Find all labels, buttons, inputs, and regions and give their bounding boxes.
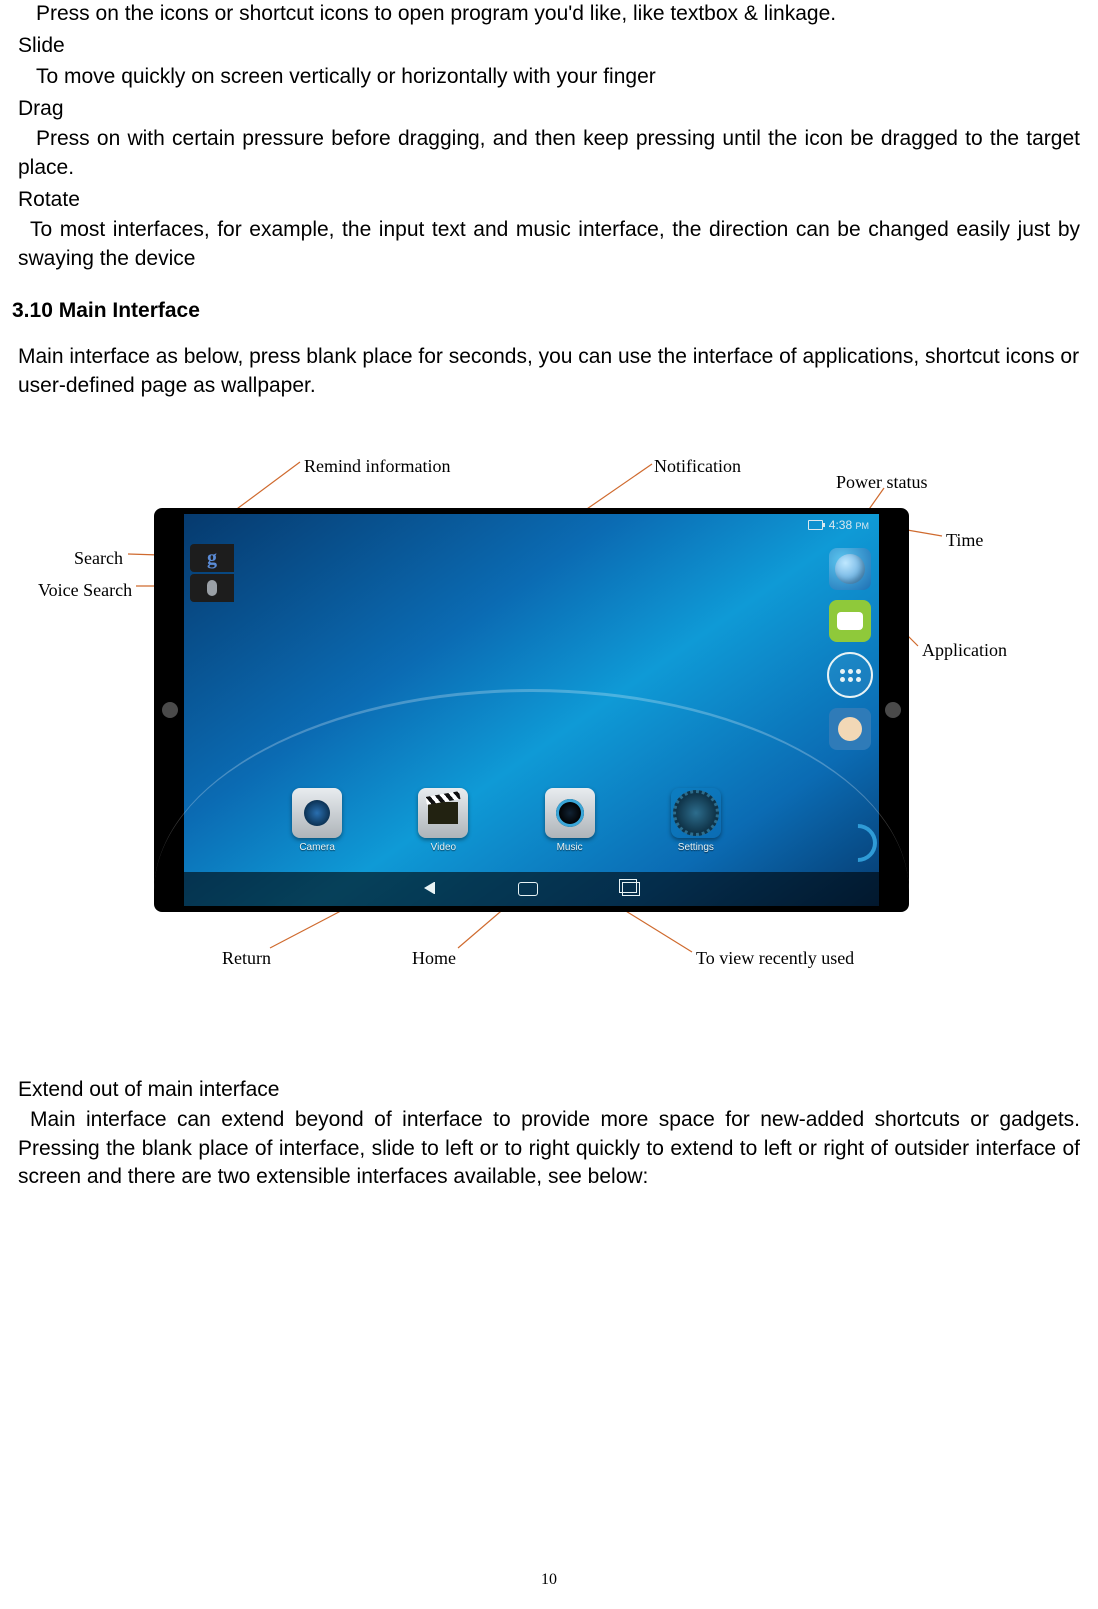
slide-heading: Slide (18, 32, 1080, 60)
rotate-body: To most interfaces, for example, the inp… (18, 216, 1080, 273)
slide-body: To move quickly on screen vertically or … (18, 63, 1080, 91)
extend-body: Main interface can extend beyond of inte… (18, 1106, 1080, 1191)
callout-voice-search: Voice Search (38, 578, 132, 602)
tablet-screen[interactable]: 4:38 PM g (184, 514, 879, 906)
battery-icon (808, 520, 823, 530)
nav-recent-button[interactable] (622, 882, 640, 896)
camera-icon (304, 800, 330, 826)
callout-power-status: Power status (836, 470, 928, 494)
voice-search-button[interactable] (190, 574, 234, 602)
callout-recently-used: To view recently used (696, 946, 854, 970)
callout-return: Return (222, 946, 271, 970)
phone-app[interactable] (839, 824, 877, 862)
dock-camera[interactable]: Camera (292, 788, 342, 855)
navigation-bar (184, 872, 879, 906)
dock-settings[interactable]: Settings (671, 788, 721, 855)
camera-hole (885, 702, 901, 718)
extend-heading: Extend out of main interface (18, 1076, 1080, 1104)
microphone-icon (207, 580, 217, 596)
phone-handset-icon (831, 816, 885, 870)
status-bar[interactable]: 4:38 PM (184, 514, 879, 536)
section-heading: 3.10 Main Interface (12, 297, 1080, 325)
globe-icon (835, 554, 865, 584)
section-body: Main interface as below, press blank pla… (18, 343, 1080, 400)
home-hardware-button[interactable] (162, 702, 178, 718)
dock-settings-label: Settings (678, 841, 714, 855)
callout-notification: Notification (654, 454, 741, 478)
callout-search: Search (74, 546, 123, 570)
google-g-icon: g (207, 545, 217, 572)
browser-app[interactable] (829, 548, 871, 590)
intro-press-text: Press on the icons or shortcut icons to … (18, 0, 1080, 28)
status-time: 4:38 PM (829, 517, 869, 533)
apps-grid-icon (840, 669, 861, 682)
clapperboard-icon (428, 802, 458, 824)
nav-home-button[interactable] (518, 882, 538, 896)
nav-back-button[interactable] (424, 882, 434, 896)
back-arrow-icon (424, 882, 434, 894)
drag-heading: Drag (18, 95, 1080, 123)
contact-icon (838, 717, 862, 741)
drag-body: Press on with certain pressure before dr… (18, 125, 1080, 182)
recent-apps-icon (622, 882, 640, 896)
dock-video[interactable]: Video (418, 788, 468, 855)
page-number: 10 (0, 1569, 1098, 1591)
messaging-app[interactable] (829, 600, 871, 642)
tablet-device: 4:38 PM g (154, 508, 909, 912)
callout-time: Time (946, 528, 983, 552)
message-bubble-icon (837, 612, 863, 630)
dock-camera-label: Camera (299, 841, 335, 855)
dock: Camera Video Music Settings (254, 788, 759, 864)
contacts-app[interactable] (829, 708, 871, 750)
search-button[interactable]: g (190, 544, 234, 572)
home-icon (518, 882, 538, 896)
gear-icon (673, 790, 719, 836)
speaker-icon (556, 799, 584, 827)
dock-music-label: Music (557, 841, 583, 855)
callout-remind-information: Remind information (304, 454, 450, 478)
main-interface-figure: Remind information Notification Power st… (114, 440, 984, 980)
callout-home: Home (412, 946, 456, 970)
dock-video-label: Video (431, 841, 456, 855)
app-drawer-button[interactable] (827, 652, 873, 698)
rotate-heading: Rotate (18, 186, 1080, 214)
callout-application: Application (922, 638, 1007, 662)
dock-music[interactable]: Music (545, 788, 595, 855)
